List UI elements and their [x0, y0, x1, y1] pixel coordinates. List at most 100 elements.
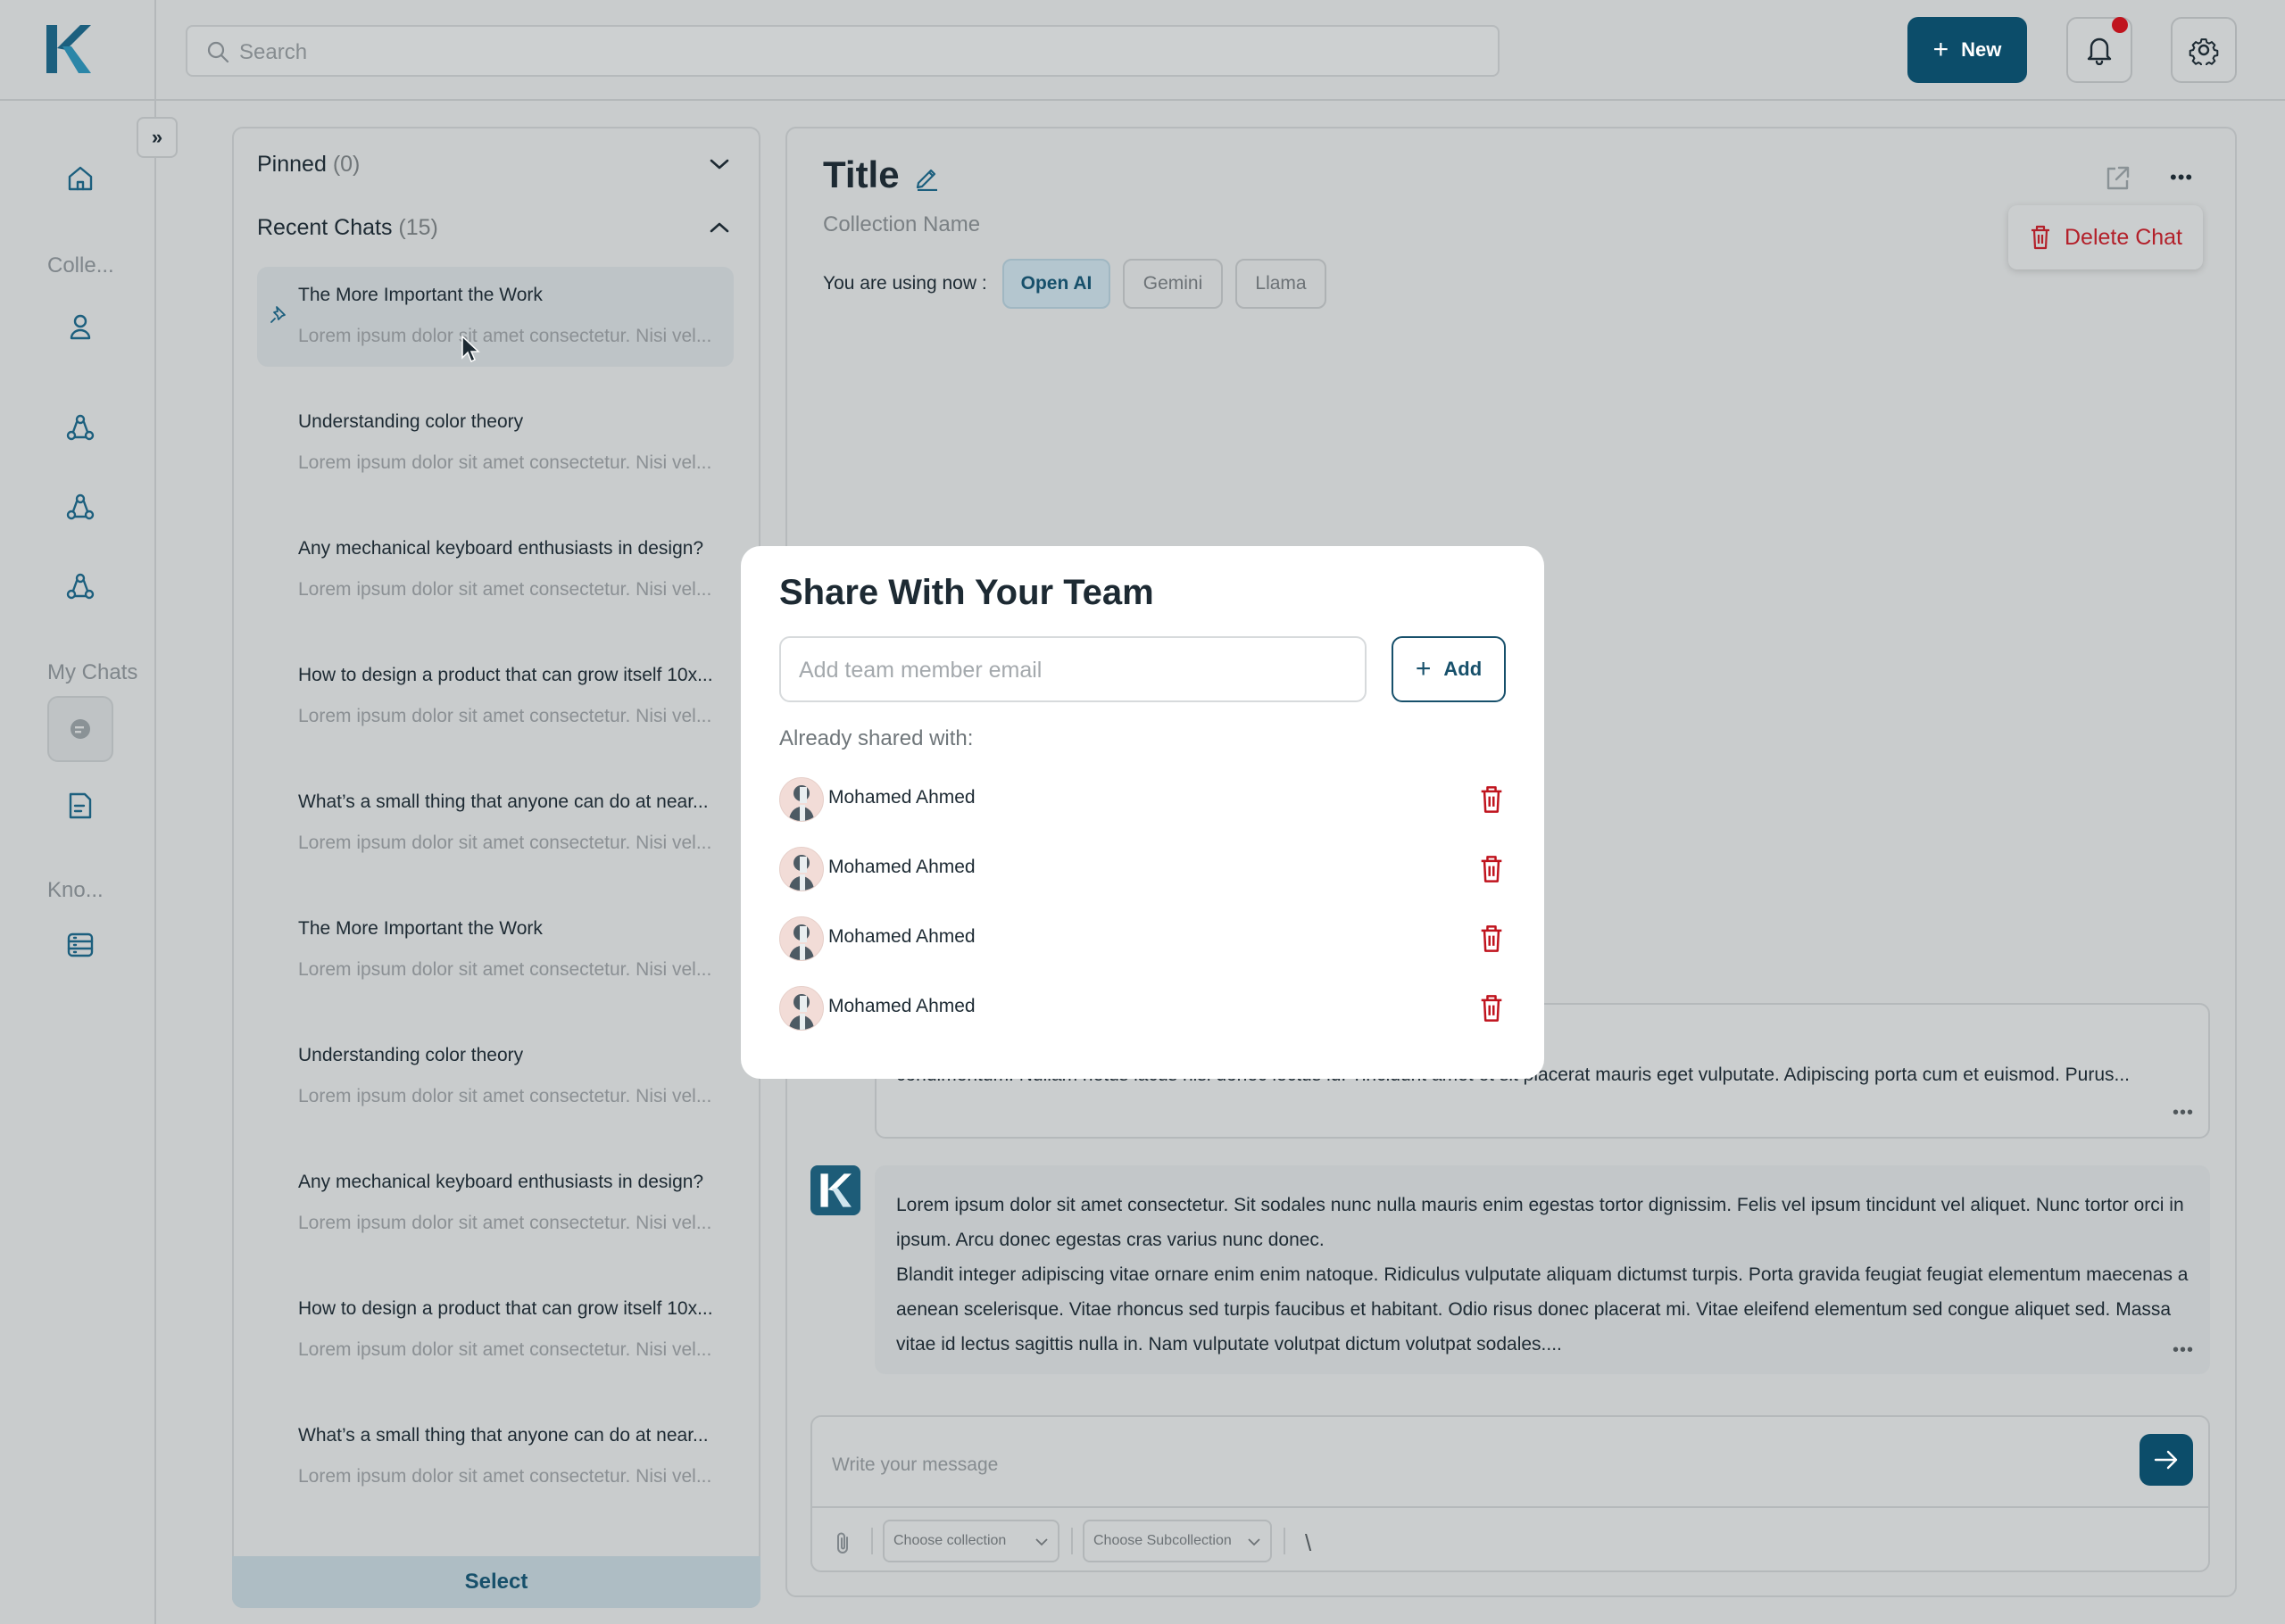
delete-chat-label: Delete Chat	[2064, 224, 2183, 250]
chat-preview: Lorem ipsum dolor sit amet consectetur. …	[298, 706, 712, 726]
chat-list-item[interactable]: What’s a small thing that anyone can do …	[257, 774, 734, 874]
pinned-section-header[interactable]: Pinned (0)	[257, 152, 360, 178]
pinned-count: (0)	[332, 152, 361, 177]
chevron-down-icon	[1035, 1538, 1048, 1546]
search-input[interactable]: Search	[186, 25, 1500, 77]
assistant-message-paragraph: Blandit integer adipiscing vitae ornare …	[896, 1264, 2189, 1355]
mouse-cursor-icon	[461, 335, 480, 363]
expand-sidebar-button[interactable]: »	[137, 117, 178, 158]
model-chip-llama[interactable]: Llama	[1235, 259, 1326, 309]
message-more-icon[interactable]: •••	[2173, 1103, 2194, 1123]
search-icon	[207, 41, 229, 63]
settings-button[interactable]	[2171, 17, 2237, 83]
recent-chats-section-header[interactable]: Recent Chats (15)	[257, 215, 438, 241]
user-icon[interactable]	[62, 309, 98, 344]
member-avatar	[779, 916, 824, 961]
collection-icon[interactable]	[62, 490, 98, 526]
chat-title-heading: Title	[823, 153, 900, 195]
shared-member-row: Mohamed Ahmed	[779, 847, 1506, 891]
chat-preview: Lorem ipsum dolor sit amet consectetur. …	[298, 959, 712, 980]
chat-preview: Lorem ipsum dolor sit amet consectetur. …	[298, 579, 712, 600]
recent-chats-count: (15)	[398, 215, 438, 240]
subcollection-dropdown[interactable]: Choose Subcollection	[1083, 1520, 1272, 1562]
delete-chat-menu-item[interactable]: Delete Chat	[2008, 205, 2203, 269]
collection-icon[interactable]	[62, 569, 98, 605]
more-options-icon[interactable]: •••	[2170, 166, 2193, 189]
my-chats-label: My Chats	[47, 660, 138, 684]
chat-preview: Lorem ipsum dolor sit amet consectetur. …	[298, 833, 712, 853]
composer-divider	[812, 1506, 2208, 1508]
modal-title: Share With Your Team	[779, 573, 1154, 612]
chat-title: Understanding color theory	[298, 1045, 524, 1065]
member-name: Mohamed Ahmed	[828, 926, 976, 947]
subcollection-dropdown-value: Choose Subcollection	[1093, 1533, 1232, 1548]
chat-list-item[interactable]: Understanding color theory Lorem ipsum d…	[257, 1027, 734, 1127]
model-chip-openai[interactable]: Open AI	[1002, 259, 1110, 309]
chat-list-item[interactable]: How to design a product that can grow it…	[257, 1280, 734, 1380]
shared-member-row: Mohamed Ahmed	[779, 916, 1506, 961]
chat-title: How to design a product that can grow it…	[298, 1298, 713, 1319]
database-icon[interactable]	[62, 927, 98, 963]
plus-icon: +	[1415, 654, 1432, 684]
assistant-message-paragraph: Lorem ipsum dolor sit amet consectetur. …	[896, 1195, 2184, 1250]
share-external-icon[interactable]	[2103, 164, 2131, 193]
member-name: Mohamed Ahmed	[828, 857, 976, 877]
chat-title: Any mechanical keyboard enthusiasts in d…	[298, 1172, 704, 1192]
assistant-avatar	[810, 1165, 860, 1215]
my-chats-button[interactable]	[47, 696, 113, 762]
document-icon[interactable]	[62, 788, 98, 824]
logo-cell	[0, 0, 156, 101]
collections-label: Colle...	[47, 253, 114, 278]
chat-list-item[interactable]: Any mechanical keyboard enthusiasts in d…	[257, 520, 734, 620]
chat-list-item[interactable]: The More Important the Work Lorem ipsum …	[257, 267, 734, 367]
member-avatar	[779, 847, 824, 891]
chat-list-item[interactable]: How to design a product that can grow it…	[257, 647, 734, 747]
collection-icon[interactable]	[62, 410, 98, 446]
chat-list-item[interactable]: The More Important the Work Lorem ipsum …	[257, 900, 734, 1000]
gear-icon	[2189, 38, 2219, 65]
shared-member-row: Mohamed Ahmed	[779, 777, 1506, 822]
collection-name: Collection Name	[823, 212, 981, 236]
search-placeholder: Search	[239, 40, 308, 64]
chat-list-item[interactable]: What’s a small thing that anyone can do …	[257, 1407, 734, 1507]
chevron-up-icon[interactable]	[708, 219, 731, 236]
add-member-button[interactable]: + Add	[1392, 636, 1506, 702]
attachment-icon[interactable]	[833, 1531, 854, 1556]
collection-dropdown[interactable]: Choose collection	[883, 1520, 1059, 1562]
home-icon[interactable]	[62, 161, 98, 196]
trash-icon	[2031, 225, 2049, 250]
chat-preview: Lorem ipsum dolor sit amet consectetur. …	[298, 1086, 712, 1106]
chat-preview: Lorem ipsum dolor sit amet consectetur. …	[298, 1339, 712, 1360]
message-more-icon[interactable]: •••	[2173, 1340, 2194, 1361]
assistant-message-bubble: Lorem ipsum dolor sit amet consectetur. …	[875, 1165, 2210, 1374]
recent-chats-label: Recent Chats	[257, 215, 393, 240]
model-chip-gemini[interactable]: Gemini	[1123, 259, 1223, 309]
chat-preview: Lorem ipsum dolor sit amet consectetur. …	[298, 326, 712, 346]
send-button[interactable]	[2140, 1434, 2193, 1486]
collection-dropdown-value: Choose collection	[893, 1533, 1007, 1548]
chat-title: What’s a small thing that anyone can do …	[298, 791, 709, 812]
chat-list-item[interactable]: Any mechanical keyboard enthusiasts in d…	[257, 1154, 734, 1254]
slash-command-button[interactable]: \	[1305, 1529, 1311, 1557]
new-button[interactable]: + New	[1907, 17, 2027, 83]
plus-icon: +	[1932, 35, 1949, 64]
chevron-down-icon[interactable]	[708, 155, 731, 173]
select-button[interactable]: Select	[232, 1556, 760, 1608]
already-shared-label: Already shared with:	[779, 726, 974, 750]
trash-icon[interactable]	[1477, 993, 1506, 1023]
pin-icon[interactable]	[270, 304, 289, 324]
trash-icon[interactable]	[1477, 924, 1506, 954]
message-input[interactable]: Write your message	[832, 1454, 998, 1476]
team-email-input[interactable]: Add team member email	[779, 636, 1367, 702]
toolbar-divider	[871, 1528, 873, 1554]
trash-icon[interactable]	[1477, 854, 1506, 884]
edit-pencil-icon[interactable]	[914, 164, 941, 191]
app-logo-icon[interactable]	[45, 23, 91, 75]
toolbar-divider	[1071, 1528, 1073, 1554]
bell-icon	[2087, 37, 2112, 65]
trash-icon[interactable]	[1477, 784, 1506, 815]
notification-badge	[2112, 17, 2128, 33]
chat-list-item[interactable]: Understanding color theory Lorem ipsum d…	[257, 394, 734, 493]
chat-preview: Lorem ipsum dolor sit amet consectetur. …	[298, 1466, 712, 1487]
chat-preview: Lorem ipsum dolor sit amet consectetur. …	[298, 1213, 712, 1233]
